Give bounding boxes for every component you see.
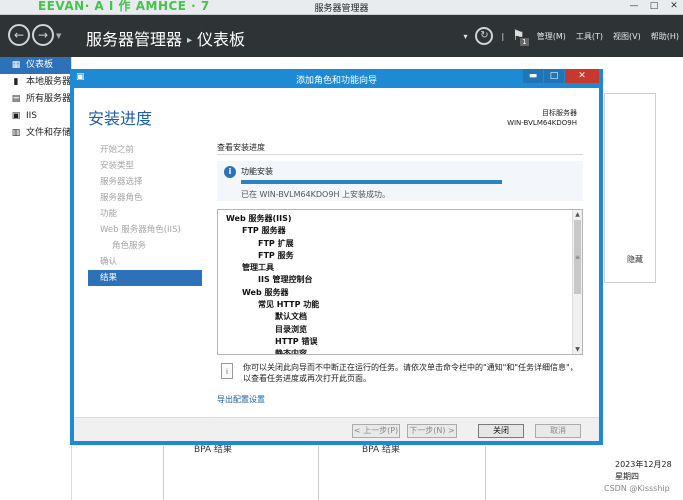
window-title: 服务器管理器 [314,4,369,14]
close-button[interactable]: 关闭 [478,424,524,438]
results-scrollbar[interactable]: ▲ ≡ ▼ [572,210,582,354]
wizard-minimize-button[interactable]: ▬ [523,69,543,83]
result-item: 常见 HTTP 功能 [258,300,320,310]
step-role-services: 角色服务 [112,241,147,251]
result-item: IIS 管理控制台 [258,275,313,285]
wizard-steps: 开始之前 安装类型 服务器选择 服务器角色 功能 Web 服务器角色(IIS) … [88,142,202,286]
back-button[interactable]: ← [8,24,30,46]
progress-label: 功能安装 [241,167,273,176]
result-item: 管理工具 [242,263,274,273]
sidebar: ▦仪表板 ▮本地服务器 ▤所有服务器 ▣IIS ▥文件和存储服务 [0,57,72,500]
scroll-grip-icon: ≡ [574,254,581,261]
result-item: FTP 扩展 [258,238,294,248]
notification-count: 1 [520,38,529,46]
ribbon: ← → ▼ 服务器管理器 ▸ 仪表板 ▾ ↻ | ⚑ 1 管理(M) 工具(T) 视图… [0,15,683,57]
divider [485,446,486,500]
close-icon[interactable]: ✕ [667,1,681,11]
divider [217,154,583,155]
sidebar-item-local-server[interactable]: ▮ 本地服务器 [0,74,71,91]
step-installation-type: 安装类型 [100,161,135,171]
step-server-roles: 服务器角色 [100,193,143,203]
divider [163,446,164,500]
result-item: FTP 服务器 [242,226,286,236]
notifications-flag-button[interactable]: ⚑ 1 [512,28,529,46]
step-web-server-role: Web 服务器角色(IIS) [100,225,181,235]
step-features: 功能 [100,209,118,219]
note-icon: i [221,363,233,379]
dashboard-tile: 隐藏 [604,93,656,283]
menu-help[interactable]: 帮助(H) [651,31,679,42]
iis-icon: ▣ [11,111,21,121]
page-title: 安装进度 [88,109,153,128]
note-text: 你可以关闭此向导而不中断正在运行的任务。请依次单击命令栏中的"通知"和"任务详细… [243,363,578,383]
export-settings-link[interactable]: 导出配置设置 [217,394,265,405]
server-icon: ▮ [13,77,19,87]
menu-manage[interactable]: 管理(M) [537,31,566,42]
step-confirmation: 确认 [100,257,118,267]
result-item: FTP 服务 [258,250,294,260]
breadcrumb: 服务器管理器 ▸ 仪表板 [86,26,245,50]
wizard-close-button[interactable]: ✕ [565,69,599,83]
result-item: 静态内容 [275,349,307,355]
info-icon: i [224,166,236,178]
results-list[interactable]: Web 服务器(IIS) FTP 服务器 FTP 扩展 FTP 服务管理工具 IIS 管… [217,209,583,355]
step-before-you-begin: 开始之前 [100,145,135,155]
sidebar-item-dashboard[interactable]: ▦ 仪表板 [0,57,71,74]
taskbar-clock: 2023年12月28 星期四 [615,459,683,483]
note-panel: i 你可以关闭此向导而不中断正在运行的任务。请依次单击命令栏中的"通知"和"任务… [217,360,583,386]
target-server: 目标服务器 WIN-BVLM64KDO9H [507,109,577,127]
breadcrumb-page: 仪表板 [197,30,246,49]
progress-panel: i 功能安装 已在 WIN-BVLM64KDO9H 上安装成功。 [217,161,583,201]
maximize-icon[interactable]: □ [647,1,661,11]
menu-tools[interactable]: 工具(T) [576,31,603,42]
wizard-footer: < 上一步(P) 下一步(N) > 关闭 取消 [74,417,599,441]
forward-button[interactable]: → [32,24,54,46]
servers-icon: ▤ [11,94,21,104]
result-item: Web 服务器 [242,287,289,297]
storage-icon: ▥ [11,128,21,138]
wizard-content: 查看安装进度 i 功能安装 已在 WIN-BVLM64KDO9H 上安装成功。 … [217,142,583,404]
progress-bar-fill [241,180,502,184]
server-manager-titlebar: EEVAN· A I 作 AMHCE · 7 服务器管理器 — □ ✕ [0,0,683,15]
dashboard-icon: ▦ [11,60,21,70]
breadcrumb-separator-icon: ▸ [187,35,193,46]
step-server-selection: 服务器选择 [100,177,143,187]
next-button[interactable]: 下一步(N) > [407,424,457,438]
sidebar-item-all-servers[interactable]: ▤ 所有服务器 [0,91,71,108]
section-title: 查看安装进度 [217,143,265,152]
hide-link[interactable]: 隐藏 [627,254,643,265]
sidebar-item-iis[interactable]: ▣ IIS [0,108,71,125]
progress-status: 已在 WIN-BVLM64KDO9H 上安装成功。 [241,190,391,199]
divider [318,446,319,500]
progress-bar [241,180,502,184]
history-dropdown-icon[interactable]: ▼ [56,32,61,40]
scroll-down-icon[interactable]: ▼ [573,345,582,354]
results-items: Web 服务器(IIS) FTP 服务器 FTP 扩展 FTP 服务管理工具 IIS 管… [218,210,572,354]
wizard-titlebar: ▣ 添加角色和功能向导 ▬ □ ✕ [74,69,599,88]
wizard-maximize-button[interactable]: □ [544,69,564,83]
sidebar-item-storage[interactable]: ▥文件和存储服务 [0,125,71,142]
step-results[interactable]: 结果 [88,270,202,286]
separator: | [501,31,505,41]
menu-view[interactable]: 视图(V) [613,31,641,42]
wizard-body: 安装进度 目标服务器 WIN-BVLM64KDO9H 开始之前 安装类型 服务器… [74,88,599,441]
refresh-button[interactable]: ↻ [475,27,494,45]
result-item: HTTP 错误 [275,336,318,346]
result-item: Web 服务器(IIS) [226,214,292,223]
minimize-icon[interactable]: — [627,1,641,11]
previous-button[interactable]: < 上一步(P) [352,424,400,438]
dropdown-icon[interactable]: ▾ [463,32,467,41]
scroll-up-icon[interactable]: ▲ [573,210,582,219]
breadcrumb-app[interactable]: 服务器管理器 [86,30,182,49]
result-item: 目录浏览 [275,324,307,334]
watermark: CSDN @Kissship [604,484,670,493]
wizard-title: 添加角色和功能向导 [295,76,377,86]
cancel-button[interactable]: 取消 [535,424,581,438]
result-item: 默认文档 [275,312,307,322]
add-roles-wizard: ▣ 添加角色和功能向导 ▬ □ ✕ 安装进度 目标服务器 WIN-BVLM64K… [70,69,603,445]
